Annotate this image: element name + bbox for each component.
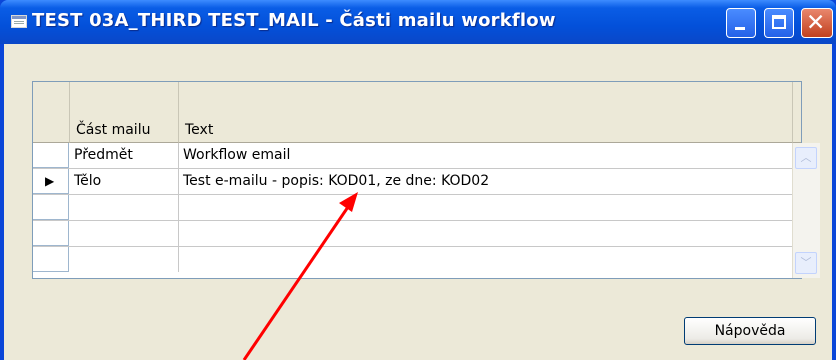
app-window: TEST 03A_THIRD TEST_MAIL - Části mailu w… [0,0,836,360]
annotation-arrow-line [242,203,352,360]
annotation-arrow [242,192,358,360]
annotation-arrow-head [339,192,358,212]
